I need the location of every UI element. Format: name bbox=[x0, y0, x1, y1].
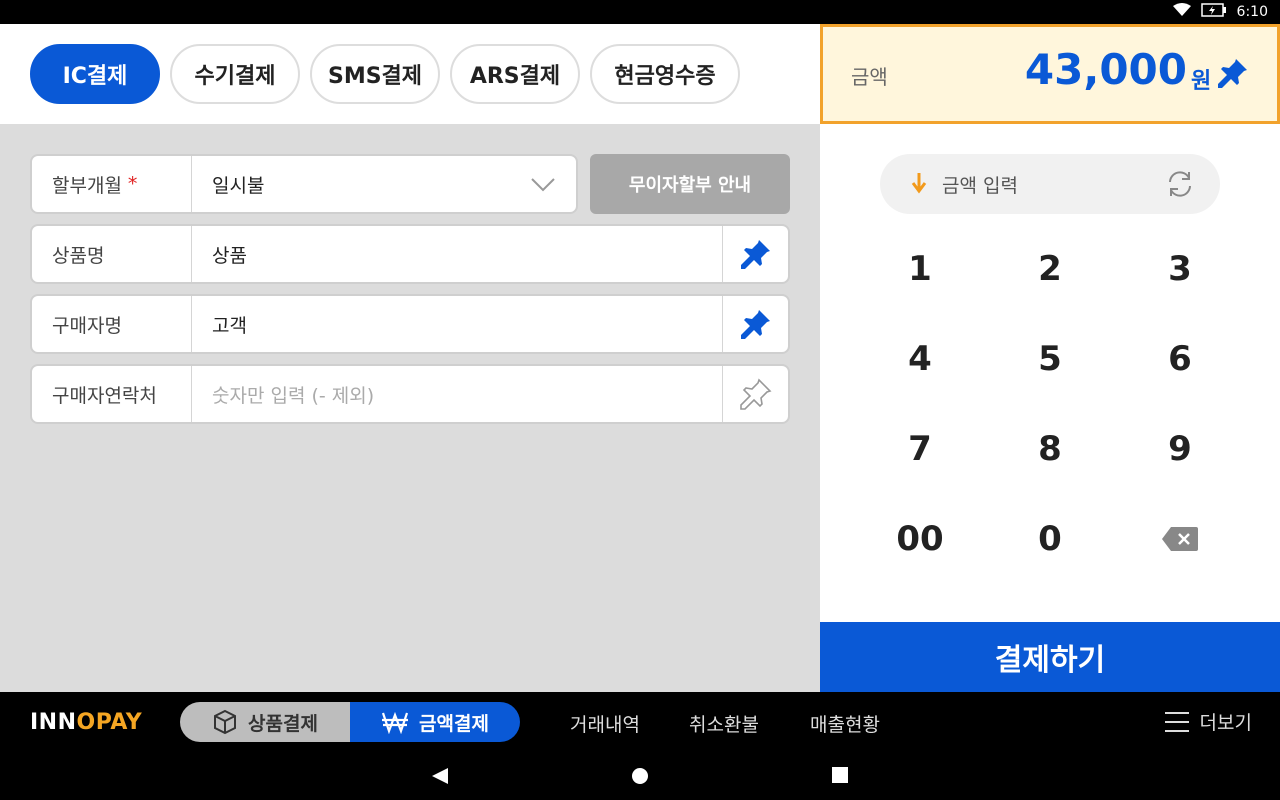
wifi-icon bbox=[1172, 3, 1191, 21]
pin-outline-icon bbox=[739, 378, 771, 410]
more-label: 더보기 bbox=[1199, 712, 1252, 734]
keypad-9[interactable]: 9 bbox=[1115, 409, 1245, 489]
amount-payment-tab[interactable]: 금액결제 bbox=[350, 702, 520, 742]
buyer-contact-label: 구매자연락처 bbox=[32, 366, 192, 422]
status-bar: 6:10 bbox=[0, 0, 1280, 24]
product-payment-label: 상품결제 bbox=[248, 712, 318, 735]
keypad-8[interactable]: 8 bbox=[985, 409, 1115, 489]
installment-select[interactable]: 할부개월 * 일시불 bbox=[30, 154, 578, 214]
amount-display: 금액 43,000 원 bbox=[820, 24, 1280, 124]
box-icon bbox=[214, 709, 237, 735]
logo-text-left: INN bbox=[30, 710, 77, 735]
recents-icon[interactable] bbox=[831, 766, 849, 788]
keypad-3[interactable]: 3 bbox=[1115, 229, 1245, 309]
tab-cash-receipt[interactable]: 현금영수증 bbox=[590, 44, 740, 104]
product-payment-tab[interactable]: 상품결제 bbox=[180, 702, 350, 742]
nav-cancel-refund[interactable]: 취소환불 bbox=[689, 710, 759, 737]
product-name-field[interactable]: 상품명 상품 bbox=[30, 224, 790, 284]
keypad-5[interactable]: 5 bbox=[985, 319, 1115, 399]
bottom-nav: INN O PAY 상품결제 금액결제 거래내역 취소환불 매출현황 더보기 bbox=[0, 692, 1280, 752]
home-icon[interactable] bbox=[630, 766, 650, 790]
buyer-name-label: 구매자명 bbox=[32, 296, 192, 352]
amount-value: 43,000 bbox=[1024, 45, 1187, 94]
logo-text-right: PAY bbox=[95, 710, 143, 735]
product-name-label: 상품명 bbox=[32, 226, 192, 282]
keypad-7[interactable]: 7 bbox=[855, 409, 985, 489]
innopay-logo: INN O PAY bbox=[30, 710, 142, 735]
battery-icon bbox=[1200, 3, 1227, 21]
buyer-contact-field[interactable]: 구매자연락처 숫자만 입력 (- 제외) bbox=[30, 364, 790, 424]
amount-input-mode[interactable]: 금액 입력 bbox=[880, 154, 1220, 214]
tab-sms-payment[interactable]: SMS결제 bbox=[310, 44, 440, 104]
installment-label: 할부개월 * bbox=[32, 156, 192, 212]
backspace-button[interactable] bbox=[1115, 499, 1245, 579]
buyer-name-value: 고객 bbox=[212, 314, 247, 337]
keypad-6[interactable]: 6 bbox=[1115, 319, 1245, 399]
keypad-0[interactable]: 0 bbox=[985, 499, 1115, 579]
logo-bulb-o: O bbox=[76, 710, 96, 735]
payment-form-panel: IC결제 수기결제 SMS결제 ARS결제 현금영수증 할부개월 * 일시불 무… bbox=[0, 24, 820, 692]
nav-sales-status[interactable]: 매출현황 bbox=[810, 710, 880, 737]
product-name-value: 상품 bbox=[212, 244, 247, 267]
tab-manual-payment[interactable]: 수기결제 bbox=[170, 44, 300, 104]
interest-free-info-button[interactable]: 무이자할부 안내 bbox=[590, 154, 790, 214]
backspace-icon bbox=[1162, 527, 1198, 551]
tab-ars-payment[interactable]: ARS결제 bbox=[450, 44, 580, 104]
hamburger-icon bbox=[1164, 711, 1189, 732]
tab-ic-payment[interactable]: IC결제 bbox=[30, 44, 160, 104]
amount-input-label: 금액 입력 bbox=[942, 175, 1018, 197]
buyer-contact-input[interactable]: 숫자만 입력 (- 제외) bbox=[212, 366, 374, 422]
refresh-icon[interactable] bbox=[1164, 168, 1196, 204]
won-icon bbox=[381, 711, 409, 734]
installment-label-text: 할부개월 bbox=[52, 174, 122, 197]
arrow-down-icon bbox=[910, 171, 928, 199]
pin-icon bbox=[740, 240, 770, 269]
pin-contact-button[interactable] bbox=[722, 366, 788, 422]
pin-amount-button[interactable] bbox=[1217, 57, 1249, 93]
chevron-down-icon bbox=[530, 172, 556, 200]
keypad-1[interactable]: 1 bbox=[855, 229, 985, 309]
pay-button[interactable]: 결제하기 bbox=[820, 622, 1280, 692]
pin-buyer-button[interactable] bbox=[722, 296, 788, 352]
back-icon[interactable] bbox=[430, 766, 450, 790]
payment-type-tabs: IC결제 수기결제 SMS결제 ARS결제 현금영수증 bbox=[0, 24, 820, 124]
status-time: 6:10 bbox=[1236, 4, 1268, 20]
pin-product-button[interactable] bbox=[722, 226, 788, 282]
keypad-2[interactable]: 2 bbox=[985, 229, 1115, 309]
required-mark: * bbox=[127, 173, 138, 195]
system-nav-bar bbox=[0, 752, 1280, 800]
pin-icon bbox=[740, 310, 770, 339]
amount-payment-label: 금액결제 bbox=[419, 712, 489, 735]
keypad-00[interactable]: 00 bbox=[855, 499, 985, 579]
nav-transaction-history[interactable]: 거래내역 bbox=[570, 710, 640, 737]
pin-icon bbox=[1218, 59, 1247, 88]
installment-value: 일시불 bbox=[212, 174, 265, 197]
buyer-name-field[interactable]: 구매자명 고객 bbox=[30, 294, 790, 354]
amount-panel: 금액 43,000 원 금액 입력 1 2 3 4 5 6 7 8 9 00 0 bbox=[820, 24, 1280, 692]
more-menu-button[interactable]: 더보기 bbox=[1164, 708, 1252, 735]
amount-label: 금액 bbox=[851, 65, 888, 89]
keypad-4[interactable]: 4 bbox=[855, 319, 985, 399]
